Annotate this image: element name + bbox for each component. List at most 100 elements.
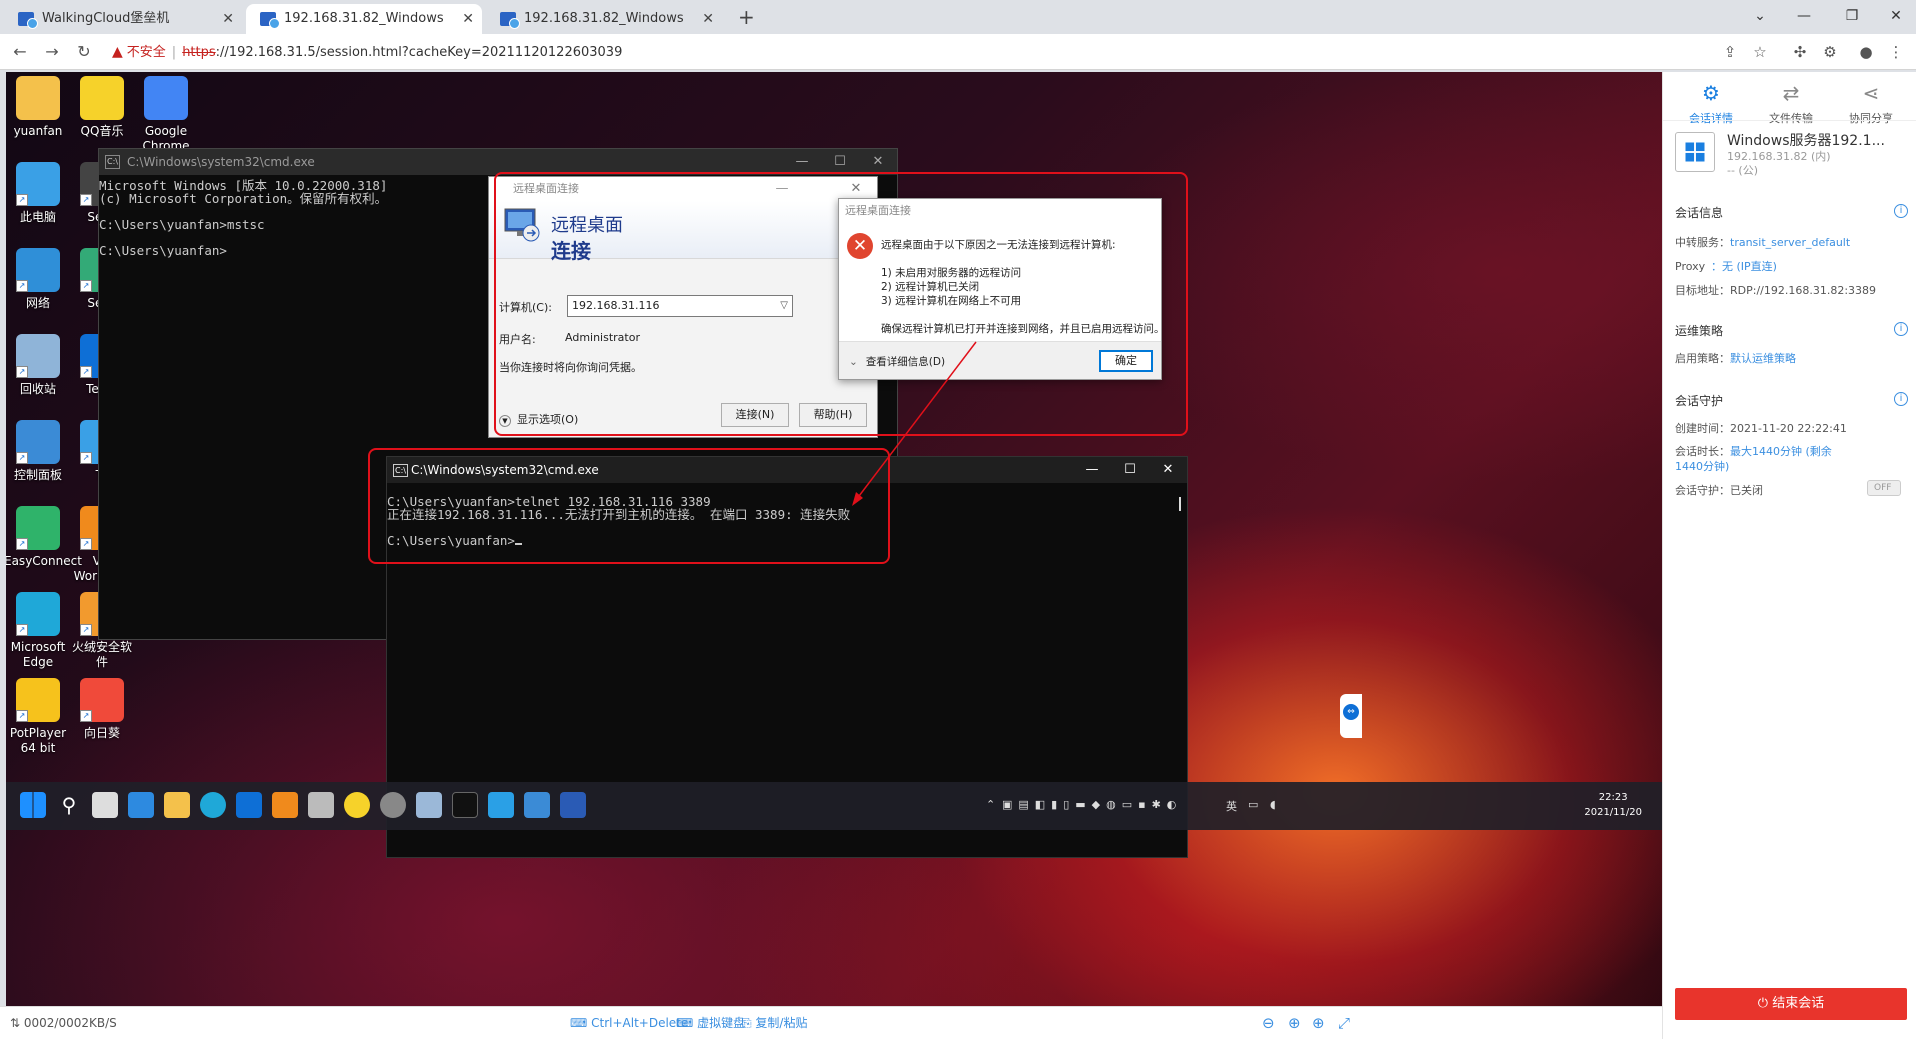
taskbar-clock[interactable]: 22:23 2021/11/20 (1584, 790, 1642, 820)
settings-gear-icon[interactable] (380, 792, 406, 818)
desktop-icon[interactable]: ↗ EasyConnect (6, 506, 82, 569)
guard-label: 会话守护： (1675, 484, 1730, 497)
minimize-icon[interactable]: — (1073, 457, 1111, 483)
forward-icon[interactable]: → (40, 40, 64, 64)
edge-icon[interactable] (200, 792, 226, 818)
menu-kebab-icon[interactable]: ⋮ (1886, 42, 1906, 62)
photos-icon[interactable] (416, 792, 442, 818)
close-icon[interactable]: ✕ (222, 4, 234, 34)
shortcut-arrow-icon: ↗ (16, 366, 28, 378)
extensions-icon[interactable]: ⚙ (1820, 42, 1840, 62)
desktop-icon[interactable]: ↗ 回收站 (6, 334, 72, 397)
address-bar[interactable]: ▲ 不安全 | https://192.168.31.5/session.html?c… (112, 39, 1742, 65)
policy-value[interactable]: 默认运维策略 (1730, 352, 1796, 365)
browser-toolbar: ← → ↻ ▲ 不安全 | https://192.168.31.5/session.… (0, 34, 1916, 70)
profile-avatar-icon[interactable]: ● (1856, 42, 1876, 62)
fullscreen-icon[interactable]: ⤢ (1338, 1007, 1350, 1039)
volume-icon[interactable]: ◖ (1270, 798, 1276, 811)
tab-search-icon[interactable]: ⌄ (1740, 4, 1780, 28)
app-icon[interactable] (272, 792, 298, 818)
url-text: ://192.168.31.5/session.html?cacheKey=20… (215, 45, 623, 60)
restore-icon[interactable]: ❐ (1832, 4, 1872, 28)
session-guard-toggle[interactable]: OFF (1867, 480, 1901, 496)
terminal-icon[interactable] (452, 792, 478, 818)
browser-tab-strip: WalkingCloud堡垒机 ✕ 192.168.31.82_Windows服… (0, 0, 1916, 34)
browser-tab[interactable]: 192.168.31.82_Windows服务器 ✕ (486, 4, 722, 34)
desktop-icon-label: 控制面板 (13, 468, 62, 482)
ctrl-alt-delete-button[interactable]: ⌨ Ctrl+Alt+Delete (570, 1007, 688, 1039)
desktop-icon[interactable]: Google Chrome (132, 76, 200, 154)
share-page-icon[interactable]: ⇪ (1720, 42, 1740, 62)
info-icon[interactable]: i (1894, 392, 1908, 406)
virtual-keyboard-label: 虚拟键盘 (697, 1016, 746, 1030)
teamviewer-icon[interactable] (236, 792, 262, 818)
minimize-icon[interactable]: — (1784, 4, 1824, 28)
extension-puzzle-icon[interactable]: ✣ (1790, 42, 1810, 62)
tab-label: 会话详情 (1689, 112, 1733, 125)
new-tab-button[interactable]: + (738, 4, 755, 30)
ime-indicator[interactable]: 英 (1226, 798, 1237, 814)
file-transfer-icon: ⇄ (1782, 81, 1800, 105)
server-name: Windows服务器192.1... (1727, 133, 1885, 149)
desktop-icon[interactable]: QQ音乐 (68, 76, 136, 139)
shortcut-arrow-icon: ↗ (80, 366, 92, 378)
browser-tab[interactable]: WalkingCloud堡垒机 ✕ (4, 4, 242, 34)
desktop-icon[interactable]: ↗ 控制面板 (6, 420, 72, 483)
zoom-fit-icon[interactable]: ⊕ (1312, 1007, 1325, 1039)
browser-tab-active[interactable]: 192.168.31.82_Windows服务器 ✕ (246, 4, 482, 34)
desktop-icon-label: 网络 (25, 296, 50, 310)
windows-logo-icon (1685, 142, 1705, 162)
network-icon: ↗ (16, 248, 60, 292)
back-icon[interactable]: ← (8, 40, 32, 64)
virtual-keyboard-button[interactable]: ⌨ 虚拟键盘 (676, 1007, 745, 1039)
desktop-icon[interactable]: ↗ 网络 (6, 248, 72, 311)
maximize-icon[interactable]: ☐ (1111, 457, 1149, 483)
network-icon[interactable]: ▭ (1248, 798, 1258, 811)
close-icon[interactable]: ✕ (702, 4, 714, 34)
proxy-label: Proxy (1675, 260, 1706, 273)
qq-music-icon[interactable] (344, 792, 370, 818)
task-view-icon[interactable] (92, 792, 118, 818)
desktop-icon[interactable]: ↗ PotPlayer 64 bit (6, 678, 72, 756)
remote-desktop-canvas[interactable]: yuanfanQQ音乐Google Chrome↗此电脑↗Secu↗网络↗Sec… (6, 72, 1662, 1006)
tray-chevron-up-icon[interactable]: ⌃ (986, 798, 995, 811)
session-float-tab[interactable]: ⇔ (1340, 694, 1362, 738)
widgets-icon[interactable] (128, 792, 154, 818)
shortcut-arrow-icon: ↗ (80, 710, 92, 722)
desktop-icon[interactable]: ↗ Microsoft Edge (6, 592, 72, 670)
close-window-icon[interactable]: ✕ (1876, 4, 1916, 28)
desktop-icon[interactable]: ↗ 向日葵 (68, 678, 136, 741)
desktop-icon[interactable]: ↗ 此电脑 (6, 162, 72, 225)
scrollbar-thumb[interactable] (1179, 497, 1181, 511)
remote-desktop-favicon-icon (260, 12, 280, 29)
end-session-button[interactable]: ⏻ 结束会话 (1675, 988, 1907, 1020)
ctrl-alt-delete-label: Ctrl+Alt+Delete (591, 1016, 689, 1030)
search-icon[interactable]: ⚲ (56, 792, 82, 818)
desktop-icon[interactable]: yuanfan (6, 76, 72, 139)
shortcut-arrow-icon: ↗ (80, 280, 92, 292)
app-icon[interactable] (488, 792, 514, 818)
reload-icon[interactable]: ↻ (72, 40, 96, 64)
shortcut-arrow-icon: ↗ (16, 624, 28, 636)
relay-value[interactable]: transit_server_default (1730, 236, 1850, 249)
zoom-in-icon[interactable]: ⊕ (1288, 1007, 1301, 1039)
desktop-icon-label: Microsoft Edge (10, 640, 66, 669)
bastion-favicon-icon (18, 12, 38, 29)
shortcut-arrow-icon: ↗ (80, 194, 92, 206)
desktop-icon-label: 向日葵 (83, 726, 120, 740)
close-icon[interactable]: ✕ (1149, 457, 1187, 483)
copy-paste-button[interactable]: ⎘ 复制/粘贴 (742, 1007, 807, 1039)
zoom-out-icon[interactable]: ⊖ (1262, 1007, 1275, 1039)
info-icon[interactable]: i (1894, 204, 1908, 218)
tray-icons[interactable]: ▣▤◧▮▯▬◆◍▭▪✱◐ (1002, 798, 1182, 811)
file-explorer-icon[interactable] (164, 792, 190, 818)
shortcut-arrow-icon: ↗ (16, 194, 28, 206)
remote-desktop-icon[interactable] (560, 792, 586, 818)
control-panel-icon[interactable] (524, 792, 550, 818)
session-side-panel: ⚙ 会话详情 ⇄ 文件传输 ⋖ 协同分享 Windows服务器192.1... … (1662, 72, 1916, 1039)
info-icon[interactable]: i (1894, 322, 1908, 336)
close-icon[interactable]: ✕ (462, 4, 474, 34)
start-icon[interactable] (20, 792, 46, 818)
app-icon[interactable] (308, 792, 334, 818)
bookmark-star-icon[interactable]: ☆ (1750, 42, 1770, 62)
